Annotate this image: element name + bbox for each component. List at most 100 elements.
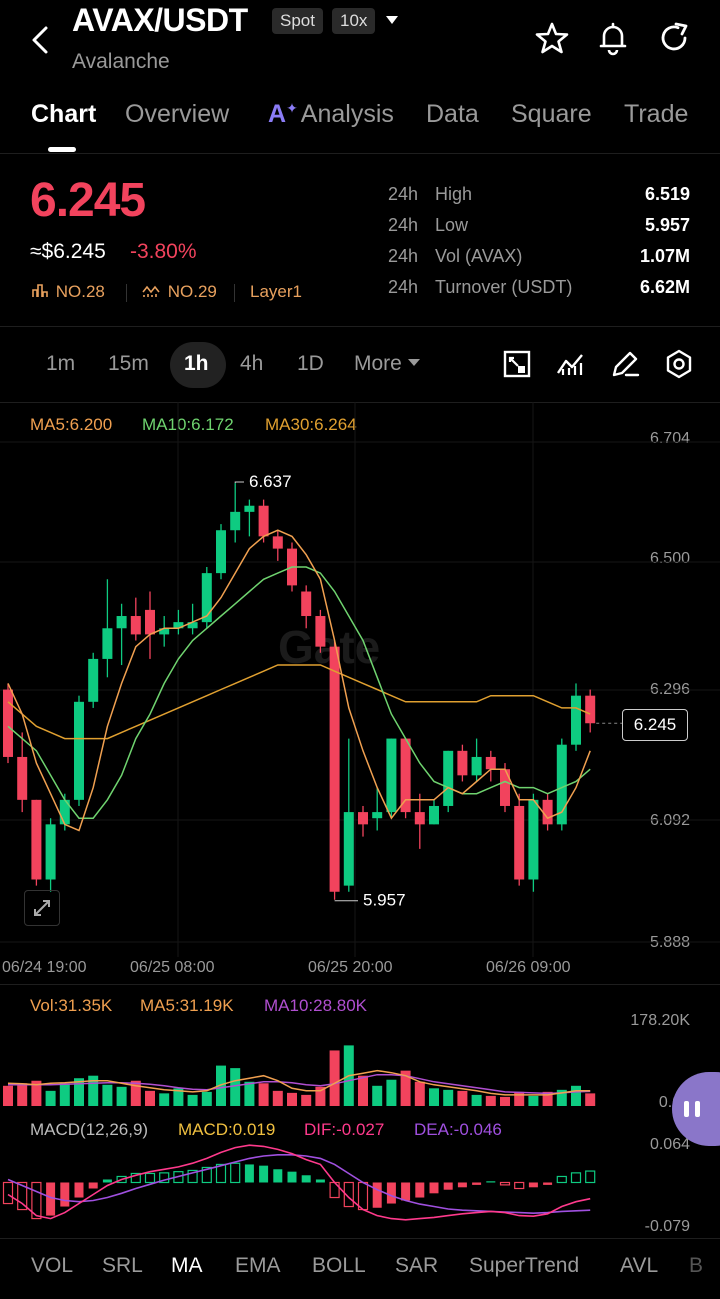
candle-body (514, 805, 525, 880)
macd-histogram-bar (230, 1162, 241, 1184)
candle-body (244, 505, 255, 512)
indicator-tab-supertrend[interactable]: SuperTrend (469, 1254, 579, 1278)
chevron-down-icon (407, 359, 420, 366)
macd-histogram-bar (60, 1182, 70, 1207)
candle-body (315, 616, 326, 647)
volume-bar (457, 1090, 468, 1106)
candle-body (258, 505, 269, 537)
indicator-tab-boll[interactable]: BOLL (312, 1254, 366, 1278)
indicator-tab-ema[interactable]: EMA (235, 1254, 281, 1278)
candle-body (88, 658, 99, 702)
stat-label-low: Low (435, 215, 469, 235)
stat-period: 24h (388, 215, 419, 235)
candle-body (500, 769, 510, 806)
volume-bar (145, 1090, 155, 1106)
macd-histogram-bar (74, 1182, 84, 1198)
candle-body (17, 756, 28, 800)
candle-body (230, 511, 241, 531)
interval-1m[interactable]: 1m (46, 352, 75, 376)
stat-value-high: 6.519 (644, 184, 690, 204)
volume-bar (201, 1091, 212, 1106)
macd-histogram-bar (585, 1170, 596, 1184)
candle-body (31, 799, 42, 880)
divider (0, 1238, 720, 1239)
rank-1-value: NO.28 (55, 282, 105, 301)
time-axis-tick: 06/26 09:00 (486, 959, 571, 976)
volume-bar (230, 1068, 241, 1106)
volume-bar (59, 1083, 70, 1106)
stat-label-high: High (435, 184, 473, 204)
indicator-tab-b[interactable]: B (689, 1254, 703, 1278)
volume-bar (301, 1094, 312, 1106)
rank-badge-2[interactable]: NO.29 (142, 282, 217, 302)
macd-histogram-bar (486, 1181, 496, 1183)
tab-analysis[interactable]: A✦ Analysis (268, 100, 394, 129)
indicator-tab-ma[interactable]: MA (171, 1254, 203, 1278)
volume-bar (358, 1075, 368, 1106)
macd-histogram-bar (259, 1165, 269, 1183)
macd-histogram-bar (357, 1181, 369, 1211)
interval-more[interactable]: More (354, 352, 421, 376)
volume-bar (3, 1085, 13, 1106)
pair-dropdown-icon[interactable] (384, 12, 400, 28)
volume-bar (443, 1089, 454, 1106)
tab-overview[interactable]: Overview (125, 100, 229, 129)
expand-arrows-icon (34, 900, 50, 916)
price-change-percent: -3.80% (130, 240, 197, 263)
candlestick-chart[interactable]: 6.637 5.957 (0, 402, 720, 982)
bell-alert-icon[interactable] (595, 20, 631, 56)
high-price-label: 6.637 (249, 472, 292, 491)
macd-histogram-bar (144, 1172, 156, 1184)
tab-chart[interactable]: Chart (31, 100, 96, 129)
interval-4h[interactable]: 4h (240, 352, 263, 376)
volume-bar (500, 1096, 510, 1106)
interval-1d[interactable]: 1D (297, 352, 324, 376)
tab-data[interactable]: Data (426, 100, 479, 129)
star-favorite-icon[interactable] (534, 20, 570, 56)
active-tab-indicator (48, 147, 76, 152)
settings-gear-icon[interactable] (662, 347, 696, 381)
time-axis-tick: 06/25 20:00 (308, 959, 393, 976)
pair-title[interactable]: AVAX/USDT (72, 2, 248, 39)
last-price: 6.245 (30, 174, 146, 227)
volume-bar (514, 1091, 525, 1106)
macd-histogram-bar (401, 1182, 411, 1201)
back-arrow-icon[interactable] (22, 22, 58, 58)
volume-bar (528, 1095, 539, 1106)
volume-bar (471, 1094, 482, 1106)
draw-pen-icon[interactable] (608, 347, 642, 381)
tab-trade[interactable]: Trade (624, 100, 688, 129)
stat-value-turnover: 6.62M (639, 277, 690, 297)
divider (0, 153, 720, 154)
macd-histogram-bar (556, 1175, 567, 1184)
indicator-tab-sar[interactable]: SAR (395, 1254, 438, 1278)
chart-type-icon[interactable] (500, 347, 534, 381)
expand-chart-button[interactable] (24, 890, 60, 926)
volume-bar (17, 1083, 28, 1106)
divider (0, 326, 720, 327)
indicator-tab-srl[interactable]: SRL (102, 1254, 143, 1278)
volume-bar (429, 1088, 439, 1106)
macd-dea-legend: DEA:-0.046 (414, 1120, 502, 1139)
candle-body (528, 799, 539, 880)
macd-params-legend: MACD(12,26,9) (30, 1120, 149, 1139)
indicator-tab-avl[interactable]: AVL (620, 1254, 658, 1278)
macd-histogram-bar (273, 1169, 283, 1183)
refresh-icon[interactable] (656, 20, 692, 56)
current-price-label: 6.245 (622, 709, 688, 741)
indicator-tab-vol[interactable]: VOL (31, 1254, 73, 1278)
candle-body (45, 824, 56, 880)
tab-square[interactable]: Square (511, 100, 592, 129)
interval-15m[interactable]: 15m (108, 352, 149, 376)
volume-bar (372, 1085, 383, 1106)
interval-1h[interactable]: 1h (184, 352, 209, 376)
stat-value-vol: 1.07M (639, 246, 690, 266)
ai-spark-glyph-icon: ✦ (286, 100, 298, 116)
candle-body (74, 701, 84, 800)
usd-price: ≈$6.245 (30, 240, 106, 263)
category-tag[interactable]: Layer1 (250, 282, 302, 302)
rank-badge-1[interactable]: NO.28 (32, 282, 105, 302)
stat-period: 24h (388, 184, 419, 204)
indicator-icon[interactable] (554, 347, 588, 381)
macd-histogram-bar (46, 1182, 56, 1216)
